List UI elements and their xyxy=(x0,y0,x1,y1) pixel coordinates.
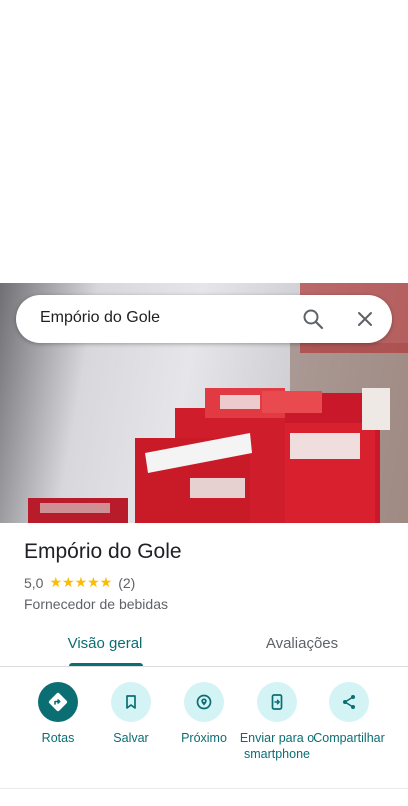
directions-label: Rotas xyxy=(41,731,75,745)
save-button[interactable]: Salvar xyxy=(91,682,171,746)
nearby-icon xyxy=(184,682,224,722)
tabs-divider xyxy=(0,666,408,667)
search-query[interactable]: Empório do Gole xyxy=(40,309,160,327)
send-to-phone-label: Enviar para o smartphone xyxy=(239,731,315,761)
tab-overview[interactable]: Visão geral xyxy=(0,635,210,652)
place-title: Empório do Gole xyxy=(24,540,182,563)
star-rating-icon: ★★★★★ xyxy=(49,575,113,591)
rating-value: 5,0 xyxy=(24,575,44,591)
place-category: Fornecedor de bebidas xyxy=(24,596,168,612)
nearby-label: Próximo xyxy=(181,731,227,745)
directions-button[interactable]: Rotas xyxy=(18,682,98,746)
nearby-button[interactable]: Próximo xyxy=(164,682,244,746)
share-button[interactable]: Compartilhar xyxy=(309,682,389,746)
close-icon[interactable] xyxy=(353,307,377,331)
send-to-phone-button[interactable]: Enviar para o smartphone xyxy=(237,682,317,762)
bottom-divider xyxy=(0,788,408,789)
share-icon xyxy=(329,682,369,722)
send-to-phone-icon xyxy=(257,682,297,722)
save-label: Salvar xyxy=(113,731,149,745)
share-label: Compartilhar xyxy=(313,731,385,745)
tab-reviews[interactable]: Avaliações xyxy=(197,635,407,652)
search-bar[interactable]: Empório do Gole xyxy=(16,295,392,343)
search-icon[interactable] xyxy=(301,307,325,331)
map-area-blank xyxy=(0,0,408,283)
directions-icon xyxy=(38,682,78,722)
bookmark-icon xyxy=(111,682,151,722)
rating-row[interactable]: 5,0 ★★★★★ (2) xyxy=(24,575,135,591)
review-count: (2) xyxy=(118,575,136,591)
